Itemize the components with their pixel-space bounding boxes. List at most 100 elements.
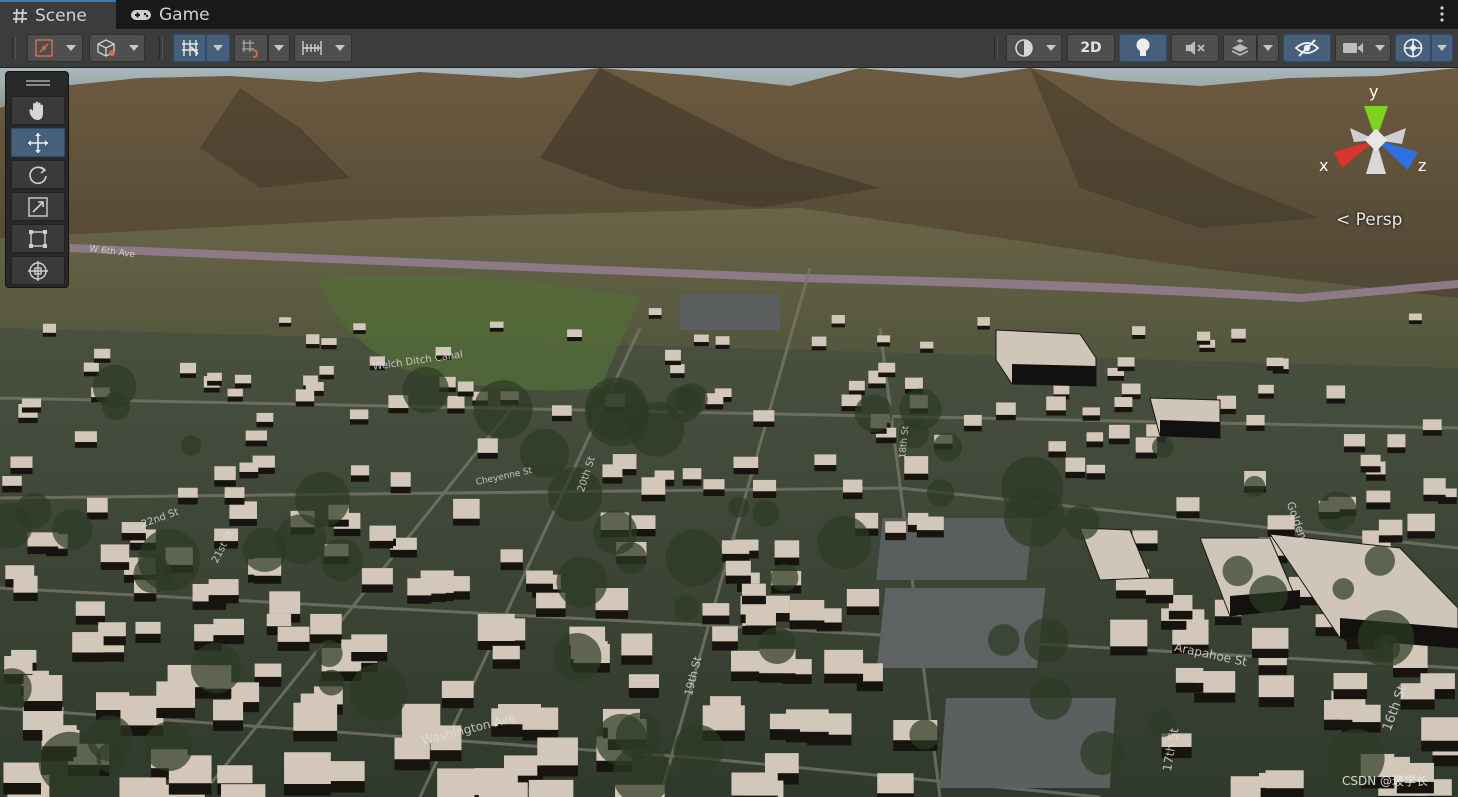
effects-dropdown[interactable] <box>1257 34 1279 62</box>
chevron-down-icon <box>1437 45 1447 51</box>
overlay-drag-handle[interactable] <box>26 80 50 82</box>
tree-cluster <box>1029 677 1072 720</box>
orientation-gizmo[interactable]: y x z <box>1310 78 1440 208</box>
building-roof <box>648 308 662 316</box>
audio-toggle-button[interactable] <box>1171 34 1219 62</box>
building-roof <box>1408 313 1422 321</box>
building-roof <box>1108 424 1130 439</box>
building-roof <box>306 334 320 345</box>
building-wall <box>134 593 157 602</box>
incremental-snap-button[interactable] <box>234 34 268 62</box>
building-wall <box>752 491 777 498</box>
building-roof <box>1145 578 1174 595</box>
tree-cluster <box>817 516 871 570</box>
building-wall <box>1432 755 1458 767</box>
gizmo-z-label: z <box>1418 156 1427 175</box>
building-wall <box>1086 441 1104 448</box>
building-roof <box>213 699 244 721</box>
tab-game[interactable]: Game <box>130 0 210 29</box>
building-roof <box>877 773 914 794</box>
building-wall <box>1115 590 1150 599</box>
building-wall <box>621 655 653 665</box>
gizmos-dropdown[interactable] <box>1431 34 1453 62</box>
building-wall <box>1175 682 1204 693</box>
tab-scene[interactable]: Scene <box>0 0 116 29</box>
building-wall <box>904 473 929 480</box>
projection-toggle[interactable]: < Persp <box>1336 210 1402 230</box>
building-wall <box>329 781 365 793</box>
scale-tool-button[interactable] <box>11 192 65 221</box>
tool-handle-position-button[interactable] <box>27 34 83 62</box>
building-roof <box>441 680 474 699</box>
move-tool-button[interactable] <box>11 128 65 157</box>
tree-cluster <box>728 496 750 518</box>
tree-cluster <box>1222 555 1253 587</box>
building-wall <box>628 687 660 698</box>
building-roof <box>628 674 660 688</box>
tree-cluster <box>143 722 193 772</box>
toolbar-grip[interactable] <box>12 37 16 59</box>
chevron-down-icon <box>213 45 223 51</box>
building-wall <box>552 415 572 422</box>
grid-snapping-dropdown[interactable] <box>206 34 230 62</box>
building-wall <box>694 342 709 347</box>
building-wall <box>712 641 738 651</box>
camera-icon <box>1343 43 1363 53</box>
grid-snapping-button[interactable] <box>173 34 206 62</box>
building-roof <box>814 454 837 465</box>
building-wall <box>1145 594 1174 604</box>
building-wall <box>1366 502 1391 510</box>
building-wall <box>489 327 504 332</box>
building-roof <box>10 456 33 468</box>
move-arrows-icon <box>28 132 48 153</box>
building-roof <box>74 431 97 443</box>
building-roof <box>1230 776 1261 797</box>
rotate-tool-button[interactable] <box>11 160 65 189</box>
building-wall <box>842 492 863 500</box>
building-wall <box>1231 338 1246 343</box>
scene-viewport[interactable] <box>0 68 1458 797</box>
tool-handle-rotation-button[interactable] <box>89 34 145 62</box>
toolbar-grip[interactable] <box>994 37 998 59</box>
more-options-icon[interactable] <box>1438 5 1446 23</box>
hand-tool-button[interactable] <box>11 96 65 125</box>
building-roof <box>1048 441 1066 452</box>
2d-toggle-button[interactable]: 2D <box>1067 34 1115 62</box>
toolbar-grip[interactable] <box>159 37 163 59</box>
building-roof <box>824 649 864 674</box>
transform-tool-button[interactable] <box>11 256 65 285</box>
building-wall <box>10 467 33 475</box>
building-wall <box>665 360 681 366</box>
tree-cluster <box>1332 578 1355 600</box>
incremental-snap-dropdown[interactable] <box>268 34 290 62</box>
tree-cluster <box>1317 491 1357 531</box>
building-roof <box>811 336 827 347</box>
building-roof <box>522 707 559 730</box>
tree-cluster <box>1064 504 1100 540</box>
camera-button[interactable] <box>1335 34 1391 62</box>
scene-visibility-button[interactable] <box>1283 34 1331 62</box>
building-roof <box>537 737 578 766</box>
building-roof <box>407 578 432 596</box>
tree-cluster <box>926 479 955 507</box>
building-wall <box>349 419 369 425</box>
building-wall <box>824 673 864 684</box>
tree-cluster <box>315 640 343 667</box>
building-wall <box>1065 471 1086 479</box>
building-roof <box>789 599 825 621</box>
draw-mode-button[interactable] <box>1006 34 1062 62</box>
lightbulb-icon <box>1136 38 1150 56</box>
building-roof <box>1121 383 1141 395</box>
gizmos-button[interactable] <box>1395 34 1431 62</box>
building-wall <box>1251 648 1289 658</box>
ruler-snap-button[interactable] <box>294 34 352 62</box>
building-wall <box>703 489 725 496</box>
effects-button[interactable] <box>1223 34 1257 62</box>
lighting-toggle-button[interactable] <box>1119 34 1167 62</box>
building-wall <box>537 765 578 777</box>
building-roof <box>266 613 292 627</box>
building-roof <box>731 772 778 796</box>
building-wall <box>1265 788 1304 797</box>
rect-tool-button[interactable] <box>11 224 65 253</box>
shading-sphere-icon <box>1014 39 1033 57</box>
